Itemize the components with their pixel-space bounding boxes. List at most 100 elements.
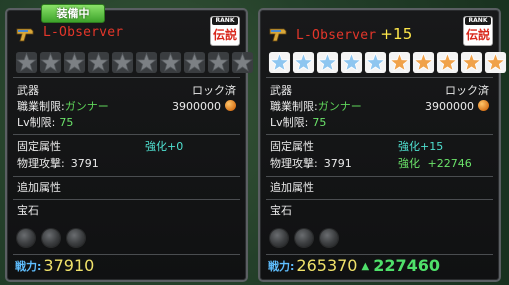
category-label: 武器 bbox=[17, 84, 39, 97]
divider bbox=[13, 134, 240, 135]
combat-power: 戦力: 37910 bbox=[15, 257, 94, 276]
enhance-level: 強化+0 bbox=[145, 140, 184, 153]
level-label: Lv制限: bbox=[270, 116, 309, 129]
gun-icon bbox=[269, 28, 287, 42]
divider bbox=[13, 176, 240, 177]
arrow-up-icon: ▲ bbox=[361, 261, 370, 272]
gem-slots bbox=[270, 229, 338, 247]
phys-attack-row: 物理攻撃: 3791 強化 +22746 bbox=[270, 156, 489, 171]
gem-slot[interactable] bbox=[42, 229, 60, 247]
star-empty-icon bbox=[231, 51, 254, 74]
star-orange-icon bbox=[388, 51, 411, 74]
combat-power-label: 戦力: bbox=[268, 260, 295, 273]
fixed-attr-row: 固定属性 強化+0 bbox=[17, 139, 236, 154]
category-row: 武器 ロック済 bbox=[270, 83, 489, 98]
enhance-bonus: 強化 +22746 bbox=[398, 157, 472, 170]
star-empty-icon bbox=[63, 51, 86, 74]
lock-status: ロック済 bbox=[192, 84, 236, 97]
enhance-stars bbox=[15, 51, 254, 75]
extra-attr-label: 追加属性 bbox=[17, 181, 61, 194]
price: 3900000 bbox=[425, 99, 489, 114]
enhance-plus: +15 bbox=[380, 25, 413, 43]
combat-power-label: 戦力: bbox=[15, 260, 42, 273]
star-empty-icon bbox=[15, 51, 38, 74]
fixed-attr-label: 固定属性 bbox=[270, 140, 314, 153]
compare-item-card: L-Observer +15 RANK 伝説 武器 ロック済 職業制限:ガンナー … bbox=[258, 8, 507, 282]
star-empty-icon bbox=[111, 51, 134, 74]
gem-slot[interactable] bbox=[67, 229, 85, 247]
divider bbox=[266, 134, 493, 135]
star-orange-icon bbox=[484, 51, 507, 74]
divider bbox=[13, 199, 240, 200]
equipped-item-card: 装備中 L-Observer RANK 伝説 武器 ロック済 職業制限:ガンナー… bbox=[5, 4, 254, 282]
level-value: 75 bbox=[312, 116, 327, 129]
star-blue-icon bbox=[292, 51, 315, 74]
fixed-attr-row: 固定属性 強化+15 bbox=[270, 139, 489, 154]
combat-power: 戦力: 265370 ▲ 227460 bbox=[268, 257, 440, 276]
rank-value: 伝説 bbox=[212, 28, 237, 42]
star-empty-icon bbox=[39, 51, 62, 74]
divider bbox=[266, 199, 493, 200]
divider bbox=[13, 77, 240, 78]
phys-attack-label: 物理攻撃: bbox=[17, 157, 65, 170]
enhance-stars bbox=[268, 51, 507, 75]
star-empty-icon bbox=[87, 51, 110, 74]
job-row: 職業制限:ガンナー 3900000 bbox=[270, 99, 489, 114]
extra-attr-label: 追加属性 bbox=[270, 181, 314, 194]
level-row: Lv制限: 75 bbox=[17, 115, 236, 130]
phys-attack-value: 3791 bbox=[323, 157, 352, 170]
combat-power-value: 265370 bbox=[296, 256, 358, 275]
gem-label: 宝石 bbox=[17, 204, 39, 217]
star-blue-icon bbox=[316, 51, 339, 74]
star-blue-icon bbox=[364, 51, 387, 74]
combat-power-value: 37910 bbox=[43, 256, 95, 275]
price: 3900000 bbox=[172, 99, 236, 114]
star-blue-icon bbox=[268, 51, 291, 74]
gem-slot[interactable] bbox=[295, 229, 313, 247]
level-value: 75 bbox=[59, 116, 74, 129]
gem-slot[interactable] bbox=[270, 229, 288, 247]
rank-badge: RANK 伝説 bbox=[210, 16, 240, 46]
gem-label: 宝石 bbox=[270, 204, 292, 217]
item-name: L-Observer bbox=[43, 25, 124, 40]
job-label: 職業制限: bbox=[17, 100, 65, 113]
level-label: Lv制限: bbox=[17, 116, 56, 129]
star-empty-icon bbox=[159, 51, 182, 74]
item-name: L-Observer +15 bbox=[296, 25, 413, 43]
divider bbox=[13, 254, 240, 255]
star-empty-icon bbox=[135, 51, 158, 74]
gem-slot[interactable] bbox=[320, 229, 338, 247]
star-orange-icon bbox=[436, 51, 459, 74]
divider bbox=[266, 77, 493, 78]
lock-status: ロック済 bbox=[445, 84, 489, 97]
rank-label: RANK bbox=[465, 17, 491, 25]
star-orange-icon bbox=[460, 51, 483, 74]
gem-slot[interactable] bbox=[17, 229, 35, 247]
coin-icon bbox=[225, 100, 236, 111]
equipped-tag: 装備中 bbox=[41, 4, 105, 23]
star-orange-icon bbox=[412, 51, 435, 74]
job-row: 職業制限:ガンナー 3900000 bbox=[17, 99, 236, 114]
divider bbox=[266, 176, 493, 177]
divider bbox=[266, 254, 493, 255]
combat-power-diff: 227460 bbox=[373, 256, 440, 275]
enhance-level: 強化+15 bbox=[398, 140, 444, 153]
star-empty-icon bbox=[207, 51, 230, 74]
coin-icon bbox=[478, 100, 489, 111]
gun-icon bbox=[16, 28, 34, 42]
star-blue-icon bbox=[340, 51, 363, 74]
fixed-attr-label: 固定属性 bbox=[17, 140, 61, 153]
star-empty-icon bbox=[183, 51, 206, 74]
phys-attack-value: 3791 bbox=[70, 157, 99, 170]
rank-label: RANK bbox=[212, 17, 238, 25]
category-row: 武器 ロック済 bbox=[17, 83, 236, 98]
category-label: 武器 bbox=[270, 84, 292, 97]
phys-attack-label: 物理攻撃: bbox=[270, 157, 318, 170]
gem-slots bbox=[17, 229, 85, 247]
phys-attack-row: 物理攻撃: 3791 bbox=[17, 156, 236, 171]
job-value: ガンナー bbox=[64, 100, 109, 113]
level-row: Lv制限: 75 bbox=[270, 115, 489, 130]
rank-value: 伝説 bbox=[465, 28, 490, 42]
job-value: ガンナー bbox=[317, 100, 362, 113]
rank-badge: RANK 伝説 bbox=[463, 16, 493, 46]
